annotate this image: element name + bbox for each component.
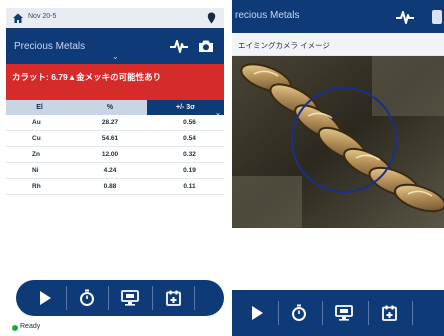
- calendar-add-icon: [165, 290, 181, 306]
- toolbar-divider: [194, 286, 195, 310]
- action-toolbar: [16, 280, 224, 316]
- table-header-row: El % +/- 3σ ⌄: [6, 100, 224, 117]
- display-button[interactable]: [114, 280, 146, 316]
- alert-message: カラット: 6.79▲金メッキの可能性あり: [12, 72, 162, 82]
- play-icon: [40, 291, 51, 305]
- camera-label-bar: エイミングカメラ イメージ: [232, 33, 444, 56]
- cell-percent: 12.00: [101, 151, 119, 158]
- app-status-bar: Ready: [6, 322, 224, 334]
- screenshot-stage: Nov 20-5 Precious Metals ⌄ カラット: 6.79▲金メ…: [0, 0, 444, 336]
- cell-error: 0.56: [183, 119, 196, 126]
- app-title: recious Metals: [235, 10, 300, 21]
- start-button[interactable]: [30, 280, 60, 316]
- display-button[interactable]: [328, 295, 360, 331]
- table-row[interactable]: Ni 4.24 0.19: [6, 163, 224, 179]
- cell-percent: 54.61: [101, 135, 119, 142]
- cell-percent: 4.24: [103, 167, 117, 174]
- header-collapse-handle[interactable]: ⌄: [112, 52, 119, 61]
- cell-percent: 0.88: [103, 183, 117, 190]
- table-row[interactable]: Au 28.27 0.56: [6, 115, 224, 131]
- monitor-icon: [335, 305, 353, 321]
- table-row[interactable]: Cu 54.61 0.54: [6, 131, 224, 147]
- chain-photo: [232, 56, 444, 228]
- timer-button[interactable]: [284, 295, 314, 331]
- calendar-add-icon: [381, 305, 397, 321]
- ready-status-text: Ready: [20, 323, 41, 330]
- cell-element: Cu: [32, 135, 41, 142]
- timer-icon: [80, 289, 94, 306]
- calendar-button[interactable]: [158, 280, 188, 316]
- table-row[interactable]: Zn 12.00 0.32: [6, 147, 224, 163]
- toolbar-divider: [108, 286, 109, 310]
- camera-screen: recious Metals エイミングカメラ イメージ: [232, 0, 444, 336]
- aiming-camera-image: [232, 56, 444, 228]
- chevron-down-icon: ⌄: [215, 110, 221, 117]
- home-icon[interactable]: [12, 12, 24, 24]
- cell-error: 0.54: [183, 135, 196, 142]
- timer-icon: [292, 304, 306, 321]
- cell-error: 0.32: [183, 151, 196, 158]
- timer-button[interactable]: [72, 280, 102, 316]
- cell-element: Zn: [32, 151, 40, 158]
- toolbar-divider: [368, 301, 369, 325]
- toolbar-divider: [322, 301, 323, 325]
- cell-percent: 28.27: [101, 119, 119, 126]
- cell-element: Rh: [32, 183, 41, 190]
- camera-icon[interactable]: [198, 39, 214, 53]
- results-table: El % +/- 3σ ⌄ Au 28.27 0.56 Cu 54.61 0.5…: [6, 100, 224, 195]
- camera-view-label: エイミングカメラ イメージ: [238, 41, 330, 50]
- status-bar-text: Nov 20-5: [28, 13, 57, 20]
- monitor-icon: [121, 290, 139, 306]
- results-screen: Nov 20-5 Precious Metals ⌄ カラット: 6.79▲金メ…: [6, 8, 224, 334]
- toolbar-divider: [66, 286, 67, 310]
- cell-error: 0.11: [183, 183, 196, 190]
- table-row[interactable]: Rh 0.88 0.11: [6, 179, 224, 195]
- location-marker-icon: [207, 12, 216, 24]
- device-status-bar: Nov 20-5: [6, 8, 224, 28]
- cell-element: Ni: [32, 167, 39, 174]
- pulse-icon[interactable]: [169, 37, 189, 55]
- calendar-button[interactable]: [374, 295, 404, 331]
- ready-indicator-icon: [12, 325, 18, 331]
- header-element[interactable]: El: [6, 100, 73, 115]
- camera-below-area: [232, 228, 444, 288]
- toolbar-divider: [412, 301, 413, 325]
- header-percent[interactable]: %: [73, 100, 147, 115]
- play-icon: [252, 306, 263, 320]
- cell-element: Au: [32, 119, 41, 126]
- header-error[interactable]: +/- 3σ ⌄: [147, 100, 224, 117]
- app-header: Precious Metals ⌄: [6, 28, 224, 64]
- app-title: Precious Metals: [14, 41, 86, 52]
- header-error-label: +/- 3σ: [176, 104, 195, 111]
- camera-icon[interactable]: [432, 10, 442, 24]
- start-button[interactable]: [242, 295, 272, 331]
- cell-error: 0.19: [183, 167, 196, 174]
- toolbar-divider: [152, 286, 153, 310]
- pulse-icon[interactable]: [395, 8, 415, 26]
- plating-alert-banner: カラット: 6.79▲金メッキの可能性あり: [6, 64, 224, 100]
- action-toolbar: [232, 290, 444, 336]
- app-header: recious Metals: [232, 0, 444, 33]
- toolbar-divider: [278, 301, 279, 325]
